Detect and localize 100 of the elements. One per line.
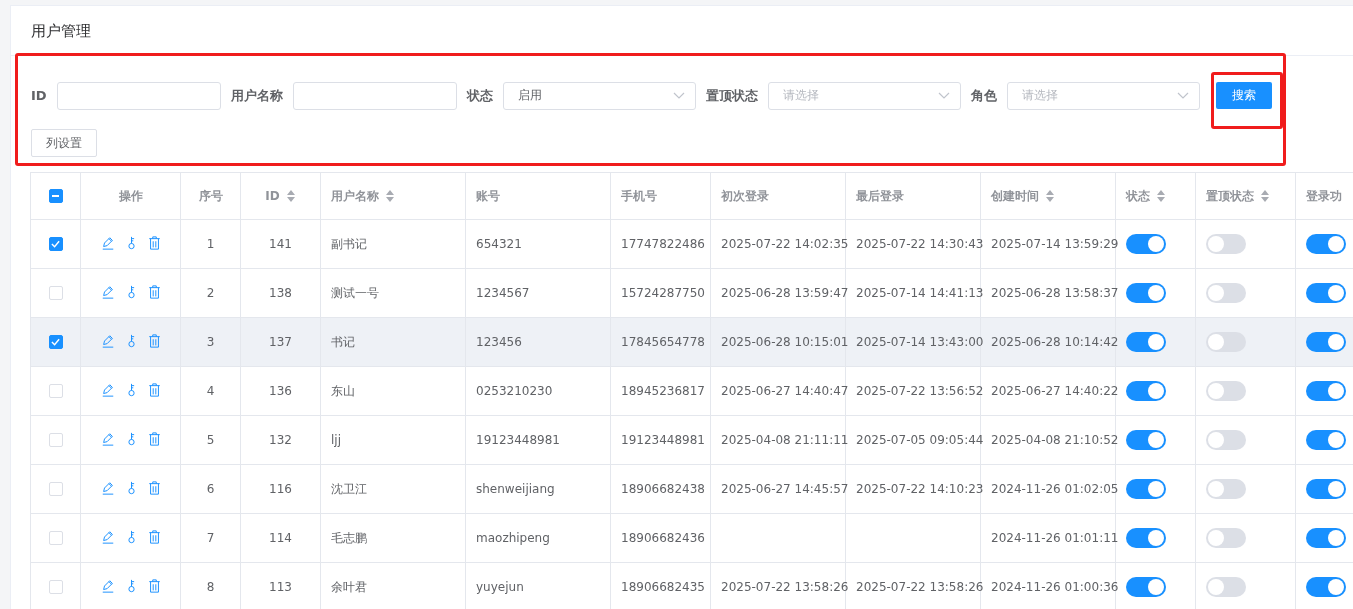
column-header: ID [265,189,296,203]
trash-icon[interactable] [147,431,161,446]
toggle-switch[interactable] [1126,430,1166,450]
column-header: 创建时间 [991,187,1055,205]
sort-icon[interactable] [1260,189,1270,203]
key-icon[interactable] [126,578,136,593]
trash-icon[interactable] [147,235,161,250]
toggle-switch[interactable] [1306,234,1346,254]
table-cell: 2025-07-14 13:59:29 [991,237,1119,251]
input-field[interactable] [292,81,457,110]
table-cell: 15724287750 [621,286,705,300]
sort-icon[interactable] [1045,189,1055,203]
toggle-switch[interactable] [1126,332,1166,352]
trash-icon[interactable] [147,333,161,348]
toggle-switch[interactable] [1206,234,1246,254]
select-field[interactable]: 启用 [502,81,696,110]
table-cell: 18906682436 [621,531,705,545]
table-cell: 东山 [331,383,355,398]
toggle-switch[interactable] [1126,528,1166,548]
filter-label: ID [31,88,47,103]
table-cell: 116 [269,482,292,496]
pencil-icon[interactable] [100,235,115,250]
table-cell: 8 [206,580,215,594]
select-all-checkbox[interactable] [48,189,63,204]
trash-icon[interactable] [147,284,161,299]
key-icon[interactable] [126,382,136,397]
table-cell: 18945236817 [621,384,705,398]
toggle-switch[interactable] [1206,283,1246,303]
toggle-switch[interactable] [1206,332,1246,352]
key-icon[interactable] [126,431,136,446]
table-row[interactable]: 1 141 副书记 654321 17747822486 2025-07-22 14:02:35 2025-07-22 14:30:43 2025-07-14 13:59:29 [30,219,1353,269]
sort-icon[interactable] [285,189,296,203]
table-row[interactable]: 6 116 沈卫江 shenweijiang 18906682438 2025-06-27 14:45:57 2025-07-22 14:10:23 2024-11-26 01:02:05 [30,464,1353,514]
toggle-switch[interactable] [1306,528,1346,548]
table-row[interactable]: 4 136 东山 0253210230 18945236817 2025-06-27 14:40:47 2025-07-22 13:56:52 2025-06-27 14:40:22 [30,366,1353,416]
table-cell: 2025-07-14 13:43:00 [856,335,984,349]
toggle-switch[interactable] [1206,430,1246,450]
column-header: 初次登录 [721,187,769,205]
toggle-switch[interactable] [1126,234,1166,254]
trash-icon[interactable] [147,480,161,495]
trash-icon[interactable] [147,382,161,397]
table-cell: 3 [206,335,215,349]
pencil-icon[interactable] [100,382,115,397]
toggle-switch[interactable] [1126,577,1166,597]
toggle-switch[interactable] [1126,381,1166,401]
table-row[interactable]: 2 138 测试一号 1234567 15724287750 2025-06-28 13:59:47 2025-07-14 14:41:13 2025-06-28 13:58:37 [30,268,1353,318]
toggle-switch[interactable] [1206,381,1246,401]
table-cell: 654321 [476,237,522,251]
pencil-icon[interactable] [100,578,115,593]
toggle-switch[interactable] [1126,479,1166,499]
row-checkbox[interactable] [48,335,63,350]
toggle-switch[interactable] [1206,479,1246,499]
column-header: 序号 [198,187,223,205]
table-cell: 书记 [331,334,355,349]
toggle-switch[interactable] [1306,479,1346,499]
pencil-icon[interactable] [100,480,115,495]
table-cell: 余叶君 [331,579,367,594]
sort-icon[interactable] [1156,189,1166,203]
pencil-icon[interactable] [100,284,115,299]
table-row[interactable]: 5 132 ljj 19123448981 19123448981 2025-04-08 21:11:11 2025-07-05 09:05:44 2025-04-08 21:10:52 [30,415,1353,465]
trash-icon[interactable] [147,529,161,544]
key-icon[interactable] [126,480,136,495]
row-checkbox[interactable] [48,237,63,252]
table-cell: 123456 [476,335,522,349]
table-row[interactable]: 3 137 书记 123456 17845654778 2025-06-28 10:15:01 2025-07-14 13:43:00 2025-06-28 10:14:42 [30,317,1353,367]
column-header: 手机号 [621,187,657,205]
table-cell: maozhipeng [476,531,550,545]
toggle-switch[interactable] [1306,577,1346,597]
key-icon[interactable] [126,235,136,250]
table-row[interactable]: 7 114 毛志鹏 maozhipeng 18906682436 2024-11-26 01:01:11 [30,513,1353,563]
column-settings-button[interactable]: 列设置 [31,129,97,157]
toggle-switch[interactable] [1306,332,1346,352]
pencil-icon[interactable] [100,431,115,446]
table-row[interactable]: 8 113 余叶君 yuyejun 18906682435 2025-07-22 13:58:26 2025-07-22 13:58:26 2024-11-26 01:00:36 [30,562,1353,609]
toggle-switch[interactable] [1206,577,1246,597]
table-cell: 0253210230 [476,384,553,398]
column-header: 登录功 [1306,187,1342,205]
table-cell: 5 [206,433,215,447]
table-cell: 114 [269,531,292,545]
column-header: 最后登录 [856,187,904,205]
input-field[interactable] [56,81,221,110]
pencil-icon[interactable] [100,529,115,544]
toggle-switch[interactable] [1306,430,1346,450]
table-cell: 2025-06-28 10:14:42 [991,335,1119,349]
trash-icon[interactable] [147,578,161,593]
toggle-switch[interactable] [1306,283,1346,303]
toggle-switch[interactable] [1206,528,1246,548]
key-icon[interactable] [126,284,136,299]
toggle-switch[interactable] [1306,381,1346,401]
sort-icon[interactable] [385,189,395,203]
pencil-icon[interactable] [100,333,115,348]
column-header: 操作 [118,187,143,205]
chevron-down-icon [672,91,685,100]
table-cell: 137 [269,335,292,349]
table-cell: 2025-04-08 21:11:11 [721,433,849,447]
table-cell: 18906682438 [621,482,705,496]
key-icon[interactable] [126,529,136,544]
filter-label: 状态 [466,86,493,105]
key-icon[interactable] [126,333,136,348]
toggle-switch[interactable] [1126,283,1166,303]
